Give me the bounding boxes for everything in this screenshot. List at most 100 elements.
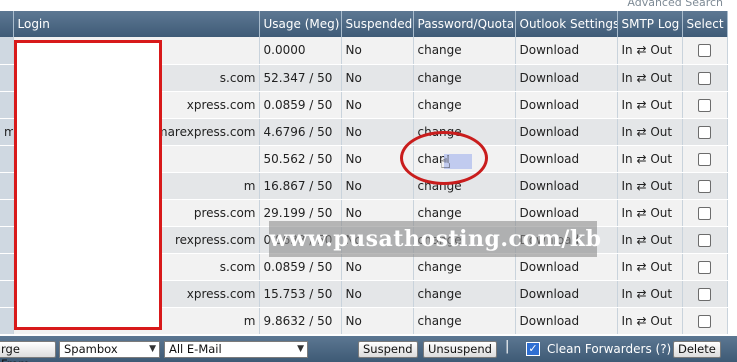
spambox-select[interactable]: Spambox ▼ (59, 341, 160, 358)
bottom-action-bar: rge From Spambox ▼ All E-Mail ▼ Suspend … (0, 336, 737, 362)
select-cell (682, 91, 728, 119)
suspended-cell: No (341, 253, 414, 281)
row-select-checkbox[interactable] (698, 152, 711, 166)
row-prefix-cell (0, 307, 14, 335)
clean-forwarders-label: Clean Forwarders (?) (547, 342, 672, 356)
select-cell (682, 118, 728, 146)
header-cell-blank (0, 11, 14, 37)
usage-cell: 52.347 / 50 (259, 64, 342, 92)
advanced-search-link[interactable]: Advanced Search (627, 0, 723, 9)
row-prefix-cell (0, 199, 14, 227)
watermark: www.pusathosting.com/kb (269, 221, 601, 257)
outlook-download-link[interactable]: Download (515, 172, 618, 200)
select-cell (682, 253, 728, 281)
unsuspend-button[interactable]: Unsuspend (423, 341, 497, 358)
smtp-log-link[interactable]: In ⇄ Out (617, 172, 683, 200)
row-prefix-cell (0, 280, 14, 308)
smtp-log-link[interactable]: In ⇄ Out (617, 118, 683, 146)
outlook-download-link[interactable]: Download (515, 253, 618, 281)
hand-cursor-icon: ☝ (440, 152, 451, 173)
chevron-down-icon: ▼ (149, 344, 156, 354)
table-header-row: Login Usage (Meg) Suspended Password/Quo… (0, 11, 728, 37)
usage-cell: 15.753 / 50 (259, 280, 342, 308)
row-select-checkbox[interactable] (698, 287, 711, 301)
change-password-link[interactable]: change (413, 37, 516, 65)
delete-button[interactable]: Delete (673, 341, 721, 358)
header-select: Select (682, 11, 728, 37)
usage-cell: 9.8632 / 50 (259, 307, 342, 335)
outlook-download-link[interactable]: Download (515, 91, 618, 119)
all-email-select[interactable]: All E-Mail ▼ (164, 341, 308, 358)
select-cell (682, 307, 728, 335)
suspended-cell: No (341, 91, 414, 119)
suspended-cell: No (341, 172, 414, 200)
change-password-link[interactable]: change (413, 280, 516, 308)
smtp-log-link[interactable]: In ⇄ Out (617, 226, 683, 254)
select-cell (682, 280, 728, 308)
header-login[interactable]: Login (13, 11, 260, 37)
suspended-cell: No (341, 280, 414, 308)
row-prefix-cell (0, 37, 14, 65)
row-prefix-cell (0, 91, 14, 119)
select-cell (682, 64, 728, 92)
redaction-box (14, 40, 162, 330)
row-prefix-cell (0, 253, 14, 281)
row-select-checkbox[interactable] (698, 233, 711, 247)
row-select-checkbox[interactable] (698, 98, 711, 112)
row-select-checkbox[interactable] (698, 206, 711, 220)
usage-cell: 16.867 / 50 (259, 172, 342, 200)
usage-cell: 0.0859 / 50 (259, 253, 342, 281)
smtp-log-link[interactable]: In ⇄ Out (617, 64, 683, 92)
header-outlook-settings: Outlook Settings (515, 11, 618, 37)
suspend-button[interactable]: Suspend (358, 341, 418, 358)
select-cell (682, 199, 728, 227)
header-smtp-log: SMTP Log (617, 11, 683, 37)
suspended-cell: No (341, 37, 414, 65)
outlook-download-link[interactable]: Download (515, 145, 618, 173)
smtp-log-link[interactable]: In ⇄ Out (617, 91, 683, 119)
row-select-checkbox[interactable] (698, 314, 711, 328)
smtp-log-link[interactable]: In ⇄ Out (617, 199, 683, 227)
suspended-cell: No (341, 307, 414, 335)
smtp-log-link[interactable]: In ⇄ Out (617, 145, 683, 173)
header-password-quota: Password/Quota (413, 11, 516, 37)
change-password-link[interactable]: change (413, 64, 516, 92)
outlook-download-link[interactable]: Download (515, 307, 618, 335)
row-prefix-cell (0, 145, 14, 173)
outlook-download-link[interactable]: Download (515, 37, 618, 65)
header-usage[interactable]: Usage (Meg) (259, 11, 342, 37)
all-email-select-value: All E-Mail (169, 342, 222, 356)
usage-cell: 0.0000 (259, 37, 342, 65)
outlook-download-link[interactable]: Download (515, 64, 618, 92)
smtp-log-link[interactable]: In ⇄ Out (617, 253, 683, 281)
row-select-checkbox[interactable] (698, 179, 711, 193)
outlook-download-link[interactable]: Download (515, 118, 618, 146)
row-select-checkbox[interactable] (698, 44, 711, 58)
smtp-log-link[interactable]: In ⇄ Out (617, 37, 683, 65)
row-prefix-cell (0, 172, 14, 200)
row-select-checkbox[interactable] (698, 260, 711, 274)
spambox-select-value: Spambox (64, 342, 118, 356)
suspended-cell: No (341, 64, 414, 92)
suspended-cell: No (341, 118, 414, 146)
outlook-download-link[interactable]: Download (515, 280, 618, 308)
smtp-log-link[interactable]: In ⇄ Out (617, 280, 683, 308)
row-prefix-cell (0, 226, 14, 254)
change-password-link[interactable]: change (413, 253, 516, 281)
row-prefix-cell: m (0, 118, 14, 146)
change-password-link[interactable]: change (413, 91, 516, 119)
separator: | (505, 339, 510, 354)
select-cell (682, 37, 728, 65)
select-cell (682, 226, 728, 254)
smtp-log-link[interactable]: In ⇄ Out (617, 307, 683, 335)
row-select-checkbox[interactable] (698, 125, 711, 139)
change-password-link[interactable]: change (413, 307, 516, 335)
row-select-checkbox[interactable] (698, 71, 711, 85)
row-prefix-cell (0, 64, 14, 92)
chevron-down-icon: ▼ (297, 344, 304, 354)
clean-forwarders-checkbox[interactable]: ✓ (526, 342, 540, 356)
purge-from-button[interactable]: rge From (0, 341, 56, 362)
select-cell (682, 145, 728, 173)
header-suspended[interactable]: Suspended (341, 11, 414, 37)
select-cell (682, 172, 728, 200)
